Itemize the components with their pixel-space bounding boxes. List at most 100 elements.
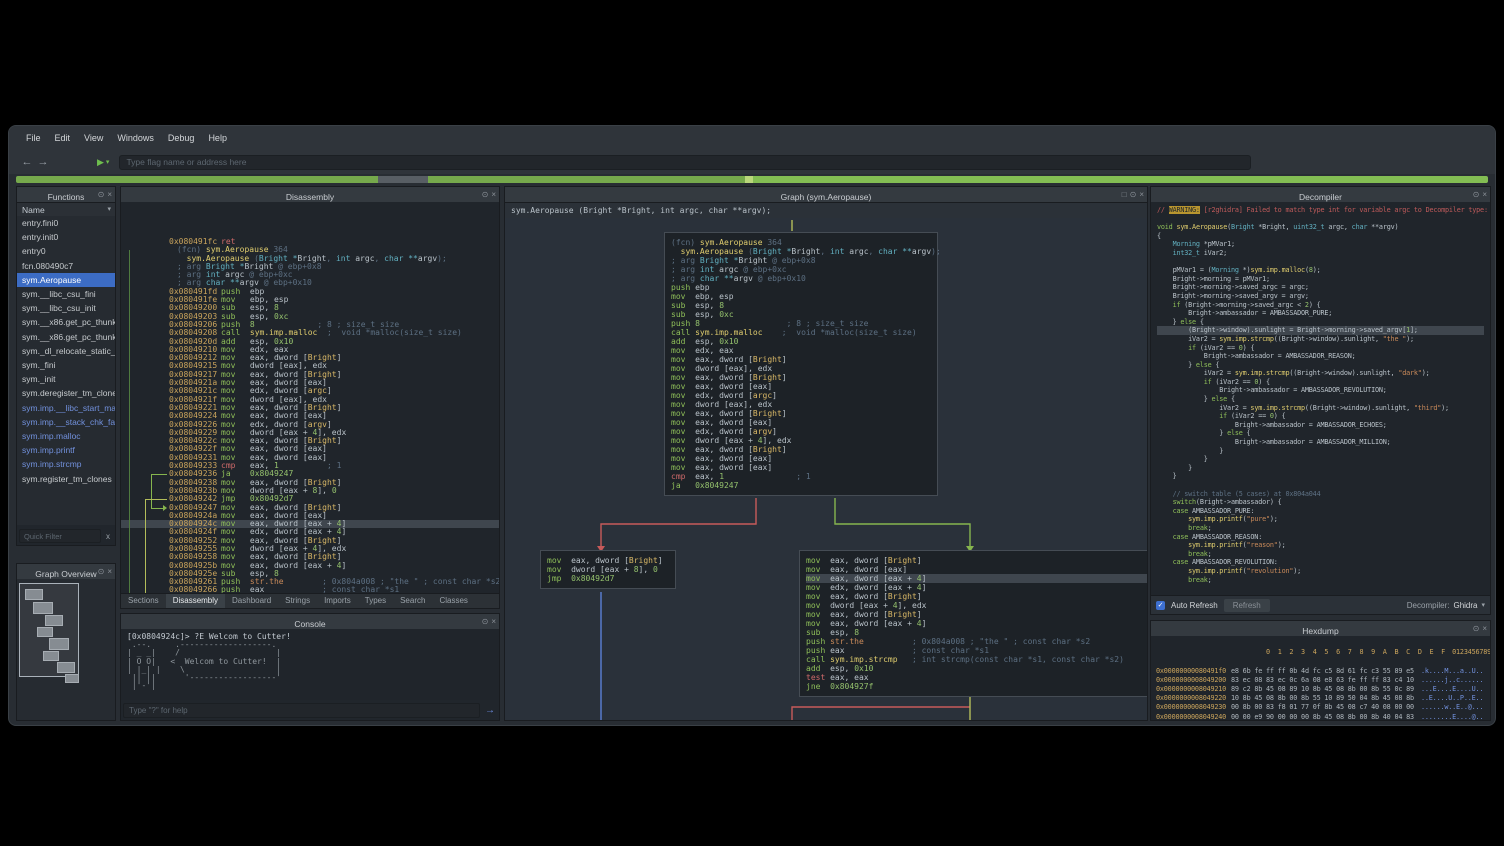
tab-classes[interactable]: Classes [432, 594, 474, 608]
decompiler-line[interactable] [1157, 481, 1484, 490]
chevron-down-icon[interactable]: ▾ [106, 158, 110, 166]
tab-search[interactable]: Search [393, 594, 432, 608]
graph-overview-thumbnail[interactable] [17, 579, 115, 720]
graph-node-line[interactable]: mov eax, dword [eax + 4] [806, 574, 1147, 583]
graph-node-line[interactable]: jmp 0x80492d7 [547, 574, 669, 583]
seek-segment[interactable] [16, 176, 378, 183]
decompiler-line[interactable] [1157, 258, 1484, 267]
menu-file[interactable]: File [19, 130, 48, 146]
decompiler-line[interactable]: sym.imp.printf("pure"); [1157, 515, 1484, 524]
graph-node-line[interactable]: mov dword [eax + 8], 0 [547, 565, 669, 574]
console-send-icon[interactable]: → [483, 705, 497, 716]
decompiler-line[interactable]: sym.imp.printf("reason"); [1157, 541, 1484, 550]
decompiler-line[interactable]: if (Bright->morning->saved_argc < 2) { [1157, 301, 1484, 310]
menu-help[interactable]: Help [201, 130, 234, 146]
decompiler-line[interactable]: } else { [1157, 361, 1484, 370]
panel-close-icon[interactable]: × [107, 187, 112, 202]
panel-maximize-icon[interactable]: □ [1122, 187, 1127, 202]
function-item[interactable]: sym.imp.strcmp [17, 457, 115, 471]
graph-node-line[interactable]: sym.Aeropause (Bright *Bright, int argc,… [671, 247, 931, 256]
panel-popout-icon[interactable]: ⊙ [1130, 187, 1137, 202]
disassembly-view[interactable]: 0x080491fcret(fcn) sym.Aeropause 364 sym… [121, 202, 499, 594]
graph-node-line[interactable]: mov dword [eax + 4], edx [671, 436, 931, 445]
graph-node-line[interactable]: ; arg int argc @ ebp+0xc [671, 265, 931, 274]
panel-popout-icon[interactable]: ⊙ [482, 187, 489, 202]
decompiler-line[interactable]: if (iVar2 == 0) { [1157, 344, 1484, 353]
graph-node-line[interactable]: mov eax, dword [Bright] [671, 409, 931, 418]
decompiler-line[interactable]: } [1157, 447, 1484, 456]
graph-node-line[interactable]: mov dword [eax], edx [671, 364, 931, 373]
menu-view[interactable]: View [77, 130, 110, 146]
seek-segment[interactable] [753, 176, 1488, 183]
graph-node-line[interactable]: sub esp, 8 [671, 301, 931, 310]
decompiler-line[interactable]: } else { [1157, 318, 1484, 327]
graph-node-line[interactable]: mov eax, dword [eax] [671, 463, 931, 472]
menu-windows[interactable]: Windows [110, 130, 161, 146]
tab-dashboard[interactable]: Dashboard [225, 594, 278, 608]
decompiler-line[interactable]: break; [1157, 576, 1484, 585]
function-item[interactable]: sym.imp.__libc_start_main [17, 401, 115, 415]
graph-node-line[interactable]: mov edx, eax [671, 346, 931, 355]
function-item[interactable]: sym.register_tm_clones [17, 472, 115, 486]
back-arrow-icon[interactable]: ← [19, 156, 35, 168]
decompiler-line[interactable]: sym.imp.printf("revolution"); [1157, 567, 1484, 576]
function-item[interactable]: sym.__libc_csu_init [17, 301, 115, 315]
graph-node-line[interactable]: mov eax, dword [Bright] [671, 373, 931, 382]
panel-header[interactable]: Graph Overview ⊙ × [17, 564, 115, 580]
menu-edit[interactable]: Edit [48, 130, 78, 146]
graph-node-false-branch[interactable]: mov eax, dword [Bright]mov dword [eax + … [540, 550, 676, 589]
decompiler-line[interactable]: } [1157, 455, 1484, 464]
panel-close-icon[interactable]: × [1482, 187, 1487, 202]
decompiler-line[interactable]: case AMBASSADOR_REVOLUTION: [1157, 558, 1484, 567]
menu-debug[interactable]: Debug [161, 130, 202, 146]
decompiler-line[interactable]: if (iVar2 == 0) { [1157, 412, 1484, 421]
graph-node-line[interactable]: mov eax, dword [Bright] [671, 445, 931, 454]
seek-address-input[interactable] [119, 155, 1251, 170]
graph-node-line[interactable]: call sym.imp.strcmp ; int strcmp(const c… [806, 655, 1147, 664]
function-item[interactable]: sym.__x86.get_pc_thunk.bx [17, 330, 115, 344]
graph-node-line[interactable]: add esp, 0x10 [671, 337, 931, 346]
graph-node-line[interactable]: mov eax, dword [Bright] [806, 556, 1147, 565]
refresh-button[interactable]: Refresh [1224, 599, 1270, 612]
seek-segment[interactable] [745, 176, 754, 183]
graph-node-line[interactable]: mov dword [eax + 4], edx [806, 601, 1147, 610]
panel-popout-icon[interactable]: ⊙ [1473, 187, 1480, 202]
function-item[interactable]: sym._fini [17, 358, 115, 372]
decompiler-line[interactable]: iVar2 = sym.imp.strcmp((Bright->window).… [1157, 369, 1484, 378]
graph-node-line[interactable]: jne 0x804927f [806, 682, 1147, 691]
tab-types[interactable]: Types [358, 594, 393, 608]
seek-segment[interactable] [428, 176, 744, 183]
hexdump-row[interactable]: 0x000000000804921089 c2 8b 45 08 89 10 8… [1156, 685, 1485, 694]
decompiler-line[interactable]: break; [1157, 524, 1484, 533]
panel-header[interactable]: Decompiler ⊙ × [1151, 187, 1490, 203]
graph-node-entry[interactable]: (fcn) sym.Aeropause 364 sym.Aeropause (B… [664, 232, 938, 496]
decompiler-line[interactable]: break; [1157, 550, 1484, 559]
hexdump-row[interactable]: 0x000000000804924000 00 e9 90 00 00 00 8… [1156, 713, 1485, 720]
graph-node-line[interactable]: mov eax, dword [eax] [671, 382, 931, 391]
hexdump-row[interactable]: 0x000000000804923000 8b 00 83 f8 01 77 0… [1156, 703, 1485, 712]
graph-node-line[interactable]: sub esp, 0xc [671, 310, 931, 319]
graph-node-line[interactable]: ; arg char **argv @ ebp+0x10 [671, 274, 931, 283]
tab-strings[interactable]: Strings [278, 594, 317, 608]
panel-popout-icon[interactable]: ⊙ [1473, 621, 1480, 636]
graph-node-line[interactable]: mov eax, dword [Bright] [671, 355, 931, 364]
tab-disassembly[interactable]: Disassembly [166, 594, 225, 608]
panel-header[interactable]: Hexdump ⊙ × [1151, 621, 1490, 637]
forward-arrow-icon[interactable]: → [35, 156, 51, 168]
graph-node-line[interactable]: mov eax, dword [eax + 4] [806, 619, 1147, 628]
panel-close-icon[interactable]: × [1482, 621, 1487, 636]
graph-node-line[interactable]: ja 0x8049247 [671, 481, 931, 490]
decompiler-line[interactable]: Bright->ambassador = AMBASSADOR_ECHOES; [1157, 421, 1484, 430]
graph-node-line[interactable]: call sym.imp.malloc ; void *malloc(size_… [671, 328, 931, 337]
decompiler-line[interactable]: Bright->ambassador = AMBASSADOR_PURE; [1157, 309, 1484, 318]
graph-node-line[interactable]: add esp, 0x10 [806, 664, 1147, 673]
decompiler-line[interactable]: switch(Bright->ambassador) { [1157, 498, 1484, 507]
graph-node-line[interactable]: push ebp [671, 283, 931, 292]
decompiler-line[interactable]: case AMBASSADOR_REASON: [1157, 533, 1484, 542]
graph-node-line[interactable]: mov eax, dword [Bright] [806, 610, 1147, 619]
hexdump-row[interactable]: 0x000000000804922010 8b 45 08 8b 00 8b 5… [1156, 694, 1485, 703]
function-item[interactable]: sym.__x86.get_pc_thunk.bp [17, 315, 115, 329]
panel-header[interactable]: Console ⊙ × [121, 614, 499, 630]
graph-node-line[interactable]: push eax ; const char *s1 [806, 646, 1147, 655]
function-item[interactable]: entry.fini0 [17, 216, 115, 230]
